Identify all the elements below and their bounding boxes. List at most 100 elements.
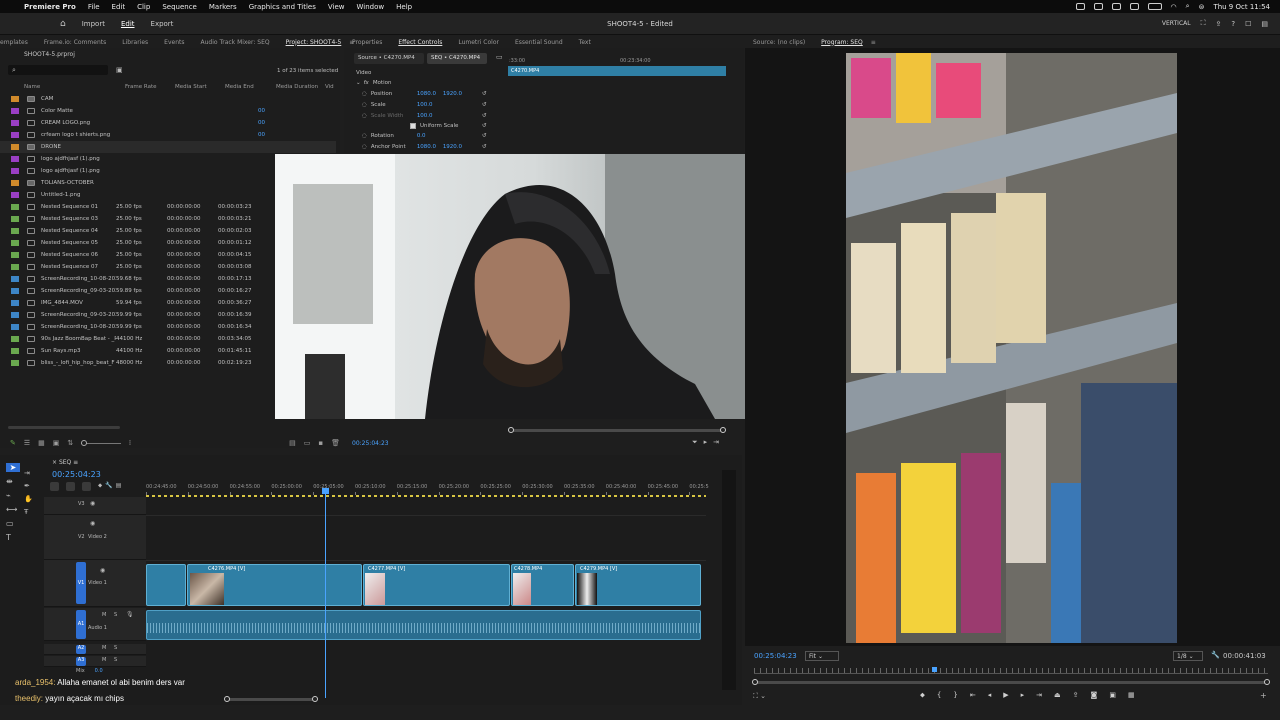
status-icon[interactable]	[1129, 3, 1139, 10]
workspace-edit[interactable]: Edit	[113, 20, 143, 28]
chevron-down-icon[interactable]: ⌄	[356, 80, 361, 86]
menu-file[interactable]: File	[82, 3, 106, 11]
label-color-swatch[interactable]	[11, 228, 19, 234]
ec-property-row[interactable]: ◌ Rotation 0.0 ↺	[362, 130, 487, 141]
col-media-start[interactable]: Media Start	[175, 84, 207, 90]
video-clip[interactable]: C4279.MP4 [V]	[575, 564, 701, 606]
safe-margins-icon[interactable]: ⛶ ⌄	[753, 692, 766, 701]
label-color-swatch[interactable]	[11, 144, 19, 150]
menu-window[interactable]: Window	[351, 3, 391, 11]
help-icon[interactable]: ?	[1231, 20, 1235, 28]
eye-icon[interactable]: ◉	[100, 567, 105, 574]
add-button-icon[interactable]: +	[1260, 691, 1267, 700]
workspace-import[interactable]: Import	[74, 20, 113, 28]
filter-icon[interactable]: ⏷	[692, 438, 698, 447]
wifi-icon[interactable]: ◠	[1171, 3, 1177, 11]
playhead[interactable]	[325, 488, 326, 698]
reset-icon[interactable]: ↺	[482, 144, 487, 150]
label-color-swatch[interactable]	[11, 96, 19, 102]
new-bin-button[interactable]: ▭	[304, 439, 311, 447]
project-item[interactable]: CAM	[0, 93, 336, 105]
ec-clip-bar[interactable]: C4270.MP4	[508, 66, 726, 76]
label-color-swatch[interactable]	[11, 252, 19, 258]
label-color-swatch[interactable]	[11, 108, 19, 114]
new-item-icon[interactable]: ▪	[318, 439, 323, 447]
ec-value-1[interactable]: 100.0	[417, 102, 443, 108]
timeline-ruler[interactable]: 00:24:45:00 00:24:50:00 00:24:55:00 00:25:0…	[146, 482, 709, 496]
label-color-swatch[interactable]	[11, 156, 19, 162]
menu-help[interactable]: Help	[390, 3, 418, 11]
timeline-timecode[interactable]: 00:25:04:23	[52, 470, 101, 479]
mute-button[interactable]: M	[102, 612, 106, 618]
label-color-swatch[interactable]	[11, 300, 19, 306]
delete-icon[interactable]: 🗑	[331, 439, 340, 447]
menu-sequence[interactable]: Sequence	[156, 3, 203, 11]
selection-tool-icon[interactable]: ➤	[6, 463, 20, 472]
tab-lumetri-color[interactable]: Lumetri Color	[450, 39, 507, 46]
label-color-swatch[interactable]	[11, 276, 19, 282]
track-select-icon[interactable]: ⇥	[24, 469, 33, 477]
label-color-swatch[interactable]	[11, 216, 19, 222]
panels-icon[interactable]: ▤	[1261, 20, 1268, 28]
reset-icon[interactable]: ↺	[482, 113, 487, 119]
hand-tool-icon[interactable]: ✋	[24, 495, 33, 503]
go-to-in-icon[interactable]: ⇤	[970, 691, 976, 700]
video-clip[interactable]: C4278.MP4	[511, 564, 574, 606]
caption-tool-icon[interactable]: Ŧ	[24, 508, 33, 516]
tab-essential-sound[interactable]: Essential Sound	[507, 39, 571, 46]
source-scrubber[interactable]	[508, 427, 726, 433]
reset-icon[interactable]: ↺	[482, 91, 487, 97]
ec-value-1[interactable]: 1080.0	[417, 144, 443, 150]
program-scrubber[interactable]	[752, 679, 1270, 685]
project-scrollbar[interactable]	[8, 426, 120, 429]
label-color-swatch[interactable]	[11, 312, 19, 318]
menu-edit[interactable]: Edit	[106, 3, 132, 11]
razor-tool-icon[interactable]: ⌁	[6, 491, 20, 500]
ec-value-1[interactable]: 1080.0	[417, 91, 443, 97]
work-area-bar[interactable]	[146, 495, 706, 497]
label-color-swatch[interactable]	[11, 180, 19, 186]
tab-frameio[interactable]: Frame.io: Comments	[36, 39, 114, 46]
tab-source-monitor[interactable]: Source: (no clips)	[745, 39, 813, 46]
step-forward-icon[interactable]: ▸	[1021, 691, 1025, 700]
freeform-view-icon[interactable]: ▣	[53, 439, 60, 447]
audio-clip[interactable]	[146, 610, 701, 640]
video-clip[interactable]: C4277.MP4 [V]	[363, 564, 510, 606]
ripple-tool-icon[interactable]: ⇼	[6, 477, 20, 486]
search-icon[interactable]: ⌕	[1186, 2, 1190, 11]
col-media-duration[interactable]: Media Duration	[276, 84, 318, 90]
panel-menu-icon[interactable]: ≡	[871, 39, 876, 46]
label-color-swatch[interactable]	[11, 324, 19, 330]
extract-icon[interactable]: ⇪	[1073, 691, 1079, 700]
label-color-swatch[interactable]	[11, 288, 19, 294]
marker-icon[interactable]: ⬥	[920, 691, 925, 700]
tab-templates[interactable]: emplates	[0, 39, 36, 46]
program-video-frame[interactable]	[846, 53, 1177, 643]
tab-project[interactable]: Project: SHOOT4-5	[278, 39, 350, 46]
program-timeruler[interactable]	[754, 667, 1268, 674]
list-view-icon[interactable]: ☰	[24, 439, 30, 447]
fx-icon[interactable]: fx	[364, 80, 369, 86]
ec-property-row[interactable]: ◌ Anchor Point 1080.0 1920.0 ↺	[362, 141, 487, 152]
solo-button[interactable]: S	[114, 612, 117, 618]
solo-button[interactable]: S	[114, 657, 117, 663]
uniform-scale-checkbox[interactable]	[410, 122, 416, 129]
captions-icon[interactable]: ▤	[116, 482, 122, 491]
playhead-handle[interactable]	[322, 488, 329, 494]
stopwatch-icon[interactable]: ◌	[362, 144, 367, 150]
eye-icon[interactable]: ◉	[90, 500, 95, 507]
timeline-scrollbar[interactable]	[224, 696, 318, 702]
mute-button[interactable]: M	[102, 657, 106, 663]
v1-source-patch[interactable]: V1	[76, 562, 86, 604]
label-color-swatch[interactable]	[11, 132, 19, 138]
clock[interactable]: Thu 9 Oct 11:54	[1213, 3, 1270, 11]
program-timecode[interactable]: 00:25:04:23	[754, 652, 797, 660]
col-frame-rate[interactable]: Frame Rate	[125, 84, 157, 90]
status-icon[interactable]	[1111, 3, 1121, 10]
nest-icon[interactable]	[50, 482, 59, 491]
motion-row[interactable]: ⌄ fx Motion	[356, 77, 391, 88]
settings-icon[interactable]: 🔧	[105, 482, 112, 491]
battery-icon[interactable]	[1147, 3, 1162, 10]
fullscreen-icon[interactable]: ⛶	[1201, 19, 1206, 28]
sort-icon[interactable]: ⇅	[67, 439, 73, 447]
